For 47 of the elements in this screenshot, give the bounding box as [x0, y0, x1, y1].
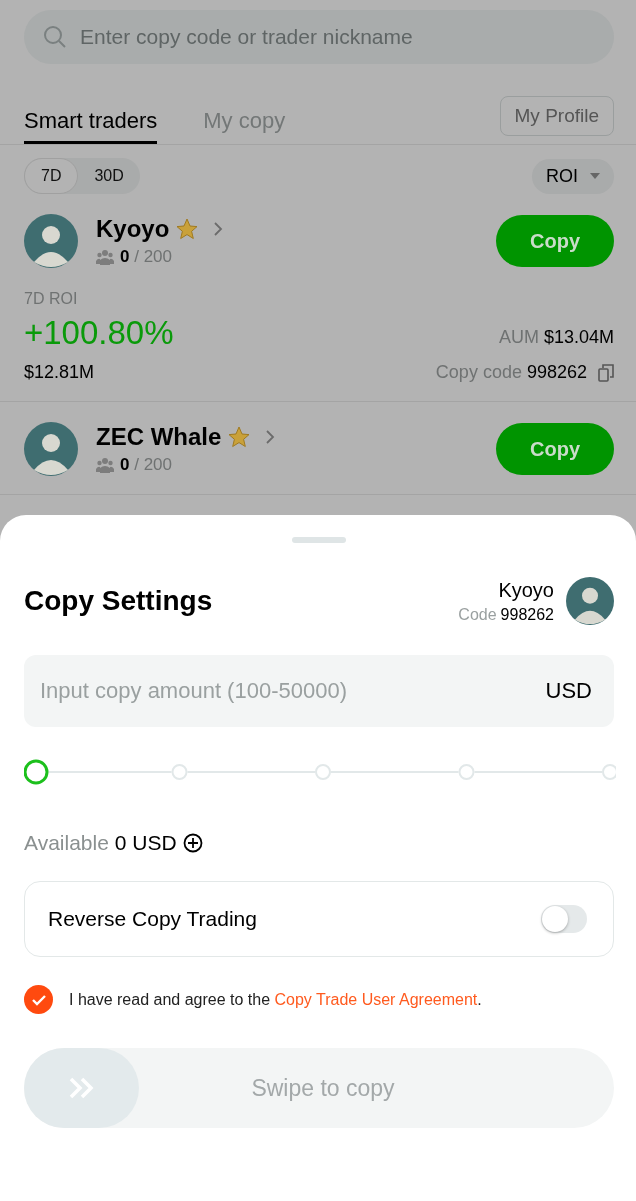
agreement-text: I have read and agree to the Copy Trade User Agreement. [69, 990, 482, 1009]
code-label: Code [458, 605, 497, 624]
double-chevron-icon [67, 1076, 96, 1100]
avatar [566, 577, 614, 625]
profile-button[interactable]: My Profile [499, 96, 614, 136]
agreement-checkbox[interactable] [24, 985, 53, 1014]
sheet-title: Copy Settings [24, 585, 213, 617]
pnl-value: $12.81M [24, 362, 96, 383]
available-label: Available [24, 831, 109, 855]
search-field[interactable]: Enter copy code or trader nickname [24, 10, 614, 64]
roi-label: 7D ROI [24, 290, 79, 308]
star-icon [175, 217, 200, 241]
copier-count: 0 / 200 [120, 247, 172, 267]
roi-value: +100.80% [24, 314, 174, 352]
slider-thumb[interactable] [24, 759, 49, 785]
tab[interactable]: Smart traders [24, 88, 158, 144]
copy-code-label: Copy code [435, 362, 522, 383]
currency-unit: USD [545, 678, 592, 704]
caret-icon [590, 173, 600, 179]
copy-code-value: 998262 [526, 362, 587, 383]
avatar [24, 422, 78, 476]
sort-dropdown[interactable]: ROI [532, 158, 614, 194]
people-icon [96, 457, 114, 473]
swipe-label: Swipe to copy [250, 1074, 395, 1102]
star-icon [227, 425, 252, 449]
trader-name[interactable]: Kyoyo [96, 215, 170, 243]
code-value: 998262 [500, 605, 554, 624]
period-option[interactable]: 7D [24, 158, 79, 194]
chevron-right-icon[interactable] [265, 429, 276, 445]
drag-handle[interactable] [292, 537, 346, 543]
chevron-right-icon[interactable] [213, 221, 224, 237]
trader-name: Kyoyo [498, 578, 554, 602]
check-icon [30, 993, 47, 1006]
available-value: 0 USD [114, 831, 177, 855]
search-icon [42, 24, 68, 50]
people-icon [96, 249, 114, 265]
toggle-switch[interactable] [541, 905, 587, 933]
reverse-copy-label: Reverse Copy Trading [48, 907, 257, 931]
add-icon[interactable] [182, 833, 203, 853]
avatar [24, 214, 78, 268]
period-option[interactable]: 30D [78, 158, 140, 194]
trader-name[interactable]: ZEC Whale [96, 423, 222, 451]
aum-label: AUM [498, 327, 539, 348]
copier-count: 0 / 200 [120, 455, 172, 475]
slider-track[interactable] [47, 764, 616, 780]
aum-value: $13.04M [543, 327, 614, 348]
copy-icon[interactable] [598, 363, 614, 382]
